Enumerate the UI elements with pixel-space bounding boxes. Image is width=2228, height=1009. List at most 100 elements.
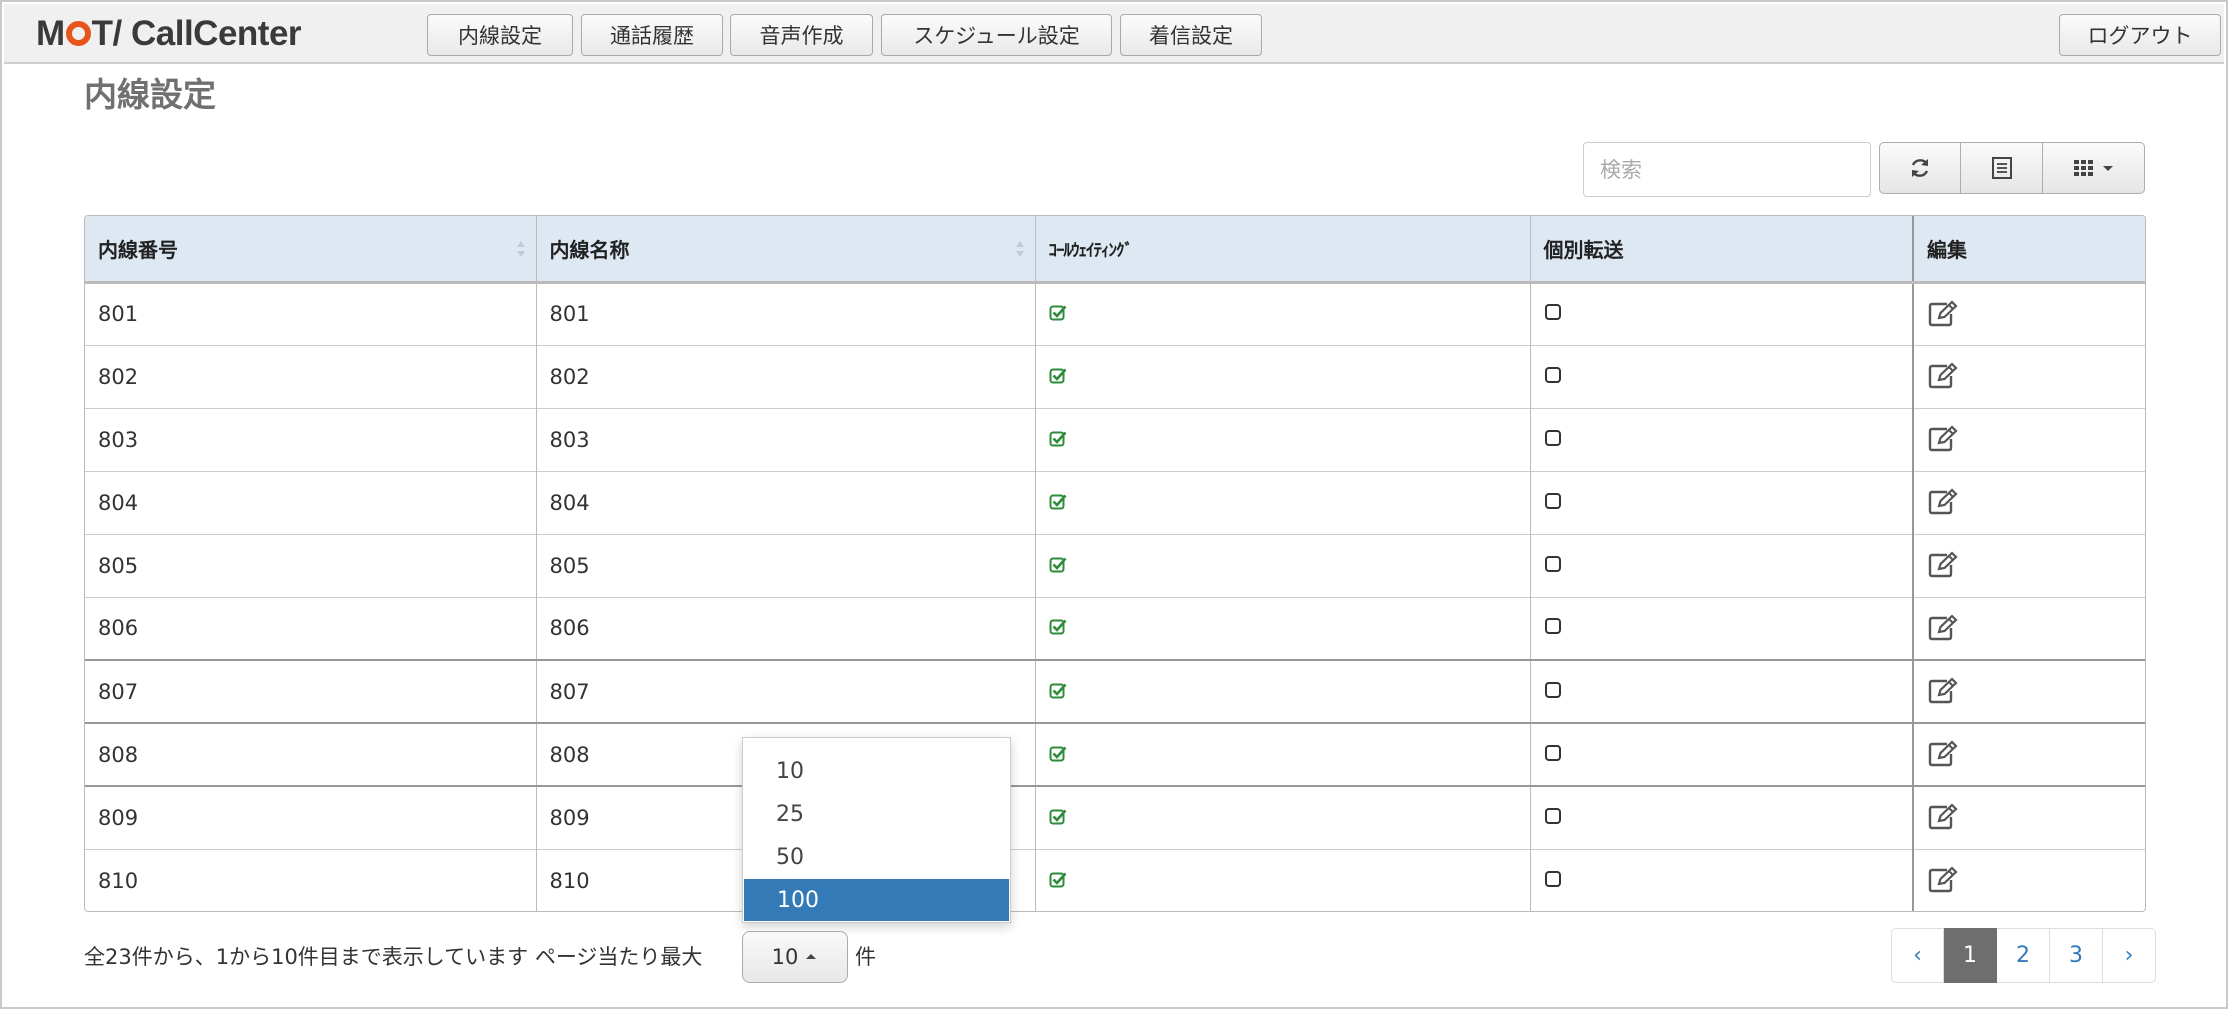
edit-icon xyxy=(1928,551,1958,578)
edit-cell xyxy=(1912,533,2145,597)
call-waiting-cell xyxy=(1035,848,1531,911)
pagination-page-3[interactable]: 3 xyxy=(2050,928,2103,983)
checked-checkbox-icon xyxy=(1049,368,1066,383)
unchecked-checkbox-icon xyxy=(1544,618,1561,635)
page-size-option[interactable]: 25 xyxy=(743,793,1010,835)
pagination: ‹ 1 2 3 › xyxy=(1891,928,2156,983)
edit-icon xyxy=(1928,740,1958,767)
logout-button[interactable]: ログアウト xyxy=(2059,14,2221,56)
nav-incoming-settings[interactable]: 着信設定 xyxy=(1120,14,1262,56)
pagination-page-2[interactable]: 2 xyxy=(1997,928,2050,983)
nav-audio-creation[interactable]: 音声作成 xyxy=(730,14,873,56)
edit-icon xyxy=(1928,614,1958,640)
extension-number: 809 xyxy=(85,785,537,849)
unchecked-checkbox-icon xyxy=(1544,429,1561,446)
extension-number: 808 xyxy=(85,722,537,786)
checked-checkbox-icon xyxy=(1049,494,1066,509)
table-row: 803 803 xyxy=(85,407,2145,471)
search-input[interactable] xyxy=(1583,142,1871,197)
edit-button[interactable] xyxy=(1927,547,1959,584)
edit-icon xyxy=(1928,488,1958,515)
caret-up-icon xyxy=(806,954,817,959)
pagination-next[interactable]: › xyxy=(2103,928,2156,983)
page-size-option[interactable]: 10 xyxy=(743,750,1010,792)
checked-checkbox-icon xyxy=(1049,872,1066,888)
checked-checkbox-icon xyxy=(1049,431,1066,446)
nav-call-history[interactable]: 通話履歴 xyxy=(581,14,723,56)
col-extension-name[interactable]: 内線名称 xyxy=(536,216,1036,284)
nav-schedule-settings[interactable]: スケジュール設定 xyxy=(881,14,1112,56)
unchecked-checkbox-icon xyxy=(1544,304,1561,320)
individual-transfer-cell xyxy=(1530,722,1914,786)
pagination-page-1[interactable]: 1 xyxy=(1944,928,1997,983)
edit-button[interactable] xyxy=(1927,610,1959,647)
page-size-unit: 件 xyxy=(855,945,876,969)
edit-cell xyxy=(1912,470,2145,534)
logo: M T/ CallCenter xyxy=(36,14,302,53)
individual-transfer-cell xyxy=(1530,848,1914,911)
nav-extension-settings[interactable]: 内線設定 xyxy=(427,14,573,56)
call-waiting-cell xyxy=(1035,407,1531,471)
individual-transfer-cell xyxy=(1530,282,1914,345)
toggle-view-button[interactable] xyxy=(1961,142,2043,194)
call-waiting-cell xyxy=(1035,722,1531,786)
pagination-prev[interactable]: ‹ xyxy=(1891,928,1944,983)
checked-checkbox-icon xyxy=(1049,619,1066,635)
edit-button[interactable] xyxy=(1927,799,1959,836)
extension-name: 807 xyxy=(536,659,1036,723)
edit-button[interactable] xyxy=(1927,673,1959,710)
extension-name: 806 xyxy=(536,596,1036,660)
table-row: 809 809 xyxy=(85,785,2145,849)
edit-icon xyxy=(1928,425,1958,452)
extension-name: 804 xyxy=(536,470,1036,534)
extension-number: 805 xyxy=(85,533,537,597)
individual-transfer-cell xyxy=(1530,407,1914,471)
edit-button[interactable] xyxy=(1927,736,1959,773)
edit-icon xyxy=(1928,803,1958,830)
edit-button[interactable] xyxy=(1927,484,1959,521)
edit-button[interactable] xyxy=(1927,862,1959,899)
table-row: 807 807 xyxy=(85,659,2145,723)
page-size-button[interactable]: 10 xyxy=(742,931,848,983)
edit-cell xyxy=(1912,722,2145,786)
call-waiting-cell xyxy=(1035,470,1531,534)
edit-button[interactable] xyxy=(1927,296,1959,333)
columns-button[interactable] xyxy=(2043,142,2145,194)
pagination-info: 全23件から、1から10件目まで表示しています ページ当たり最大 xyxy=(84,945,703,969)
page-size-option-active[interactable]: 100 xyxy=(744,879,1009,921)
table-row: 810 810 xyxy=(85,848,2145,911)
table-row: 802 802 xyxy=(85,344,2145,408)
caret-down-icon xyxy=(2102,166,2113,171)
table-header-row: 内線番号 内線名称 ｺｰﾙｳｪｲﾃｨﾝｸﾞ 個別転送 編集 xyxy=(85,216,2145,284)
call-waiting-cell xyxy=(1035,344,1531,408)
extension-table: 内線番号 内線名称 ｺｰﾙｳｪｲﾃｨﾝｸﾞ 個別転送 編集 801 801 802 8… xyxy=(84,215,2146,912)
col-call-waiting: ｺｰﾙｳｪｲﾃｨﾝｸﾞ xyxy=(1035,216,1531,284)
checked-checkbox-icon xyxy=(1049,557,1066,572)
individual-transfer-cell xyxy=(1530,596,1914,660)
refresh-icon xyxy=(1911,159,1929,177)
unchecked-checkbox-icon xyxy=(1544,492,1561,509)
edit-button[interactable] xyxy=(1927,358,1959,395)
grid-icon xyxy=(2073,160,2093,176)
unchecked-checkbox-icon xyxy=(1544,807,1561,824)
edit-cell xyxy=(1912,848,2145,911)
edit-icon xyxy=(1928,299,1958,326)
col-extension-number[interactable]: 内線番号 xyxy=(85,216,537,284)
edit-button[interactable] xyxy=(1927,421,1959,458)
extension-number: 807 xyxy=(85,659,537,723)
page-title: 内線設定 xyxy=(84,75,216,114)
edit-cell xyxy=(1912,282,2145,345)
extension-number: 804 xyxy=(85,470,537,534)
page-size-option[interactable]: 50 xyxy=(743,836,1010,878)
edit-icon xyxy=(1928,677,1958,704)
unchecked-checkbox-icon xyxy=(1544,681,1561,698)
list-icon xyxy=(1991,157,2012,179)
refresh-button[interactable] xyxy=(1879,142,1961,194)
sort-icon xyxy=(516,241,525,257)
unchecked-checkbox-icon xyxy=(1544,366,1561,383)
individual-transfer-cell xyxy=(1530,533,1914,597)
call-waiting-cell xyxy=(1035,659,1531,723)
extension-name: 803 xyxy=(536,407,1036,471)
call-waiting-cell xyxy=(1035,785,1531,849)
table-row: 804 804 xyxy=(85,470,2145,534)
